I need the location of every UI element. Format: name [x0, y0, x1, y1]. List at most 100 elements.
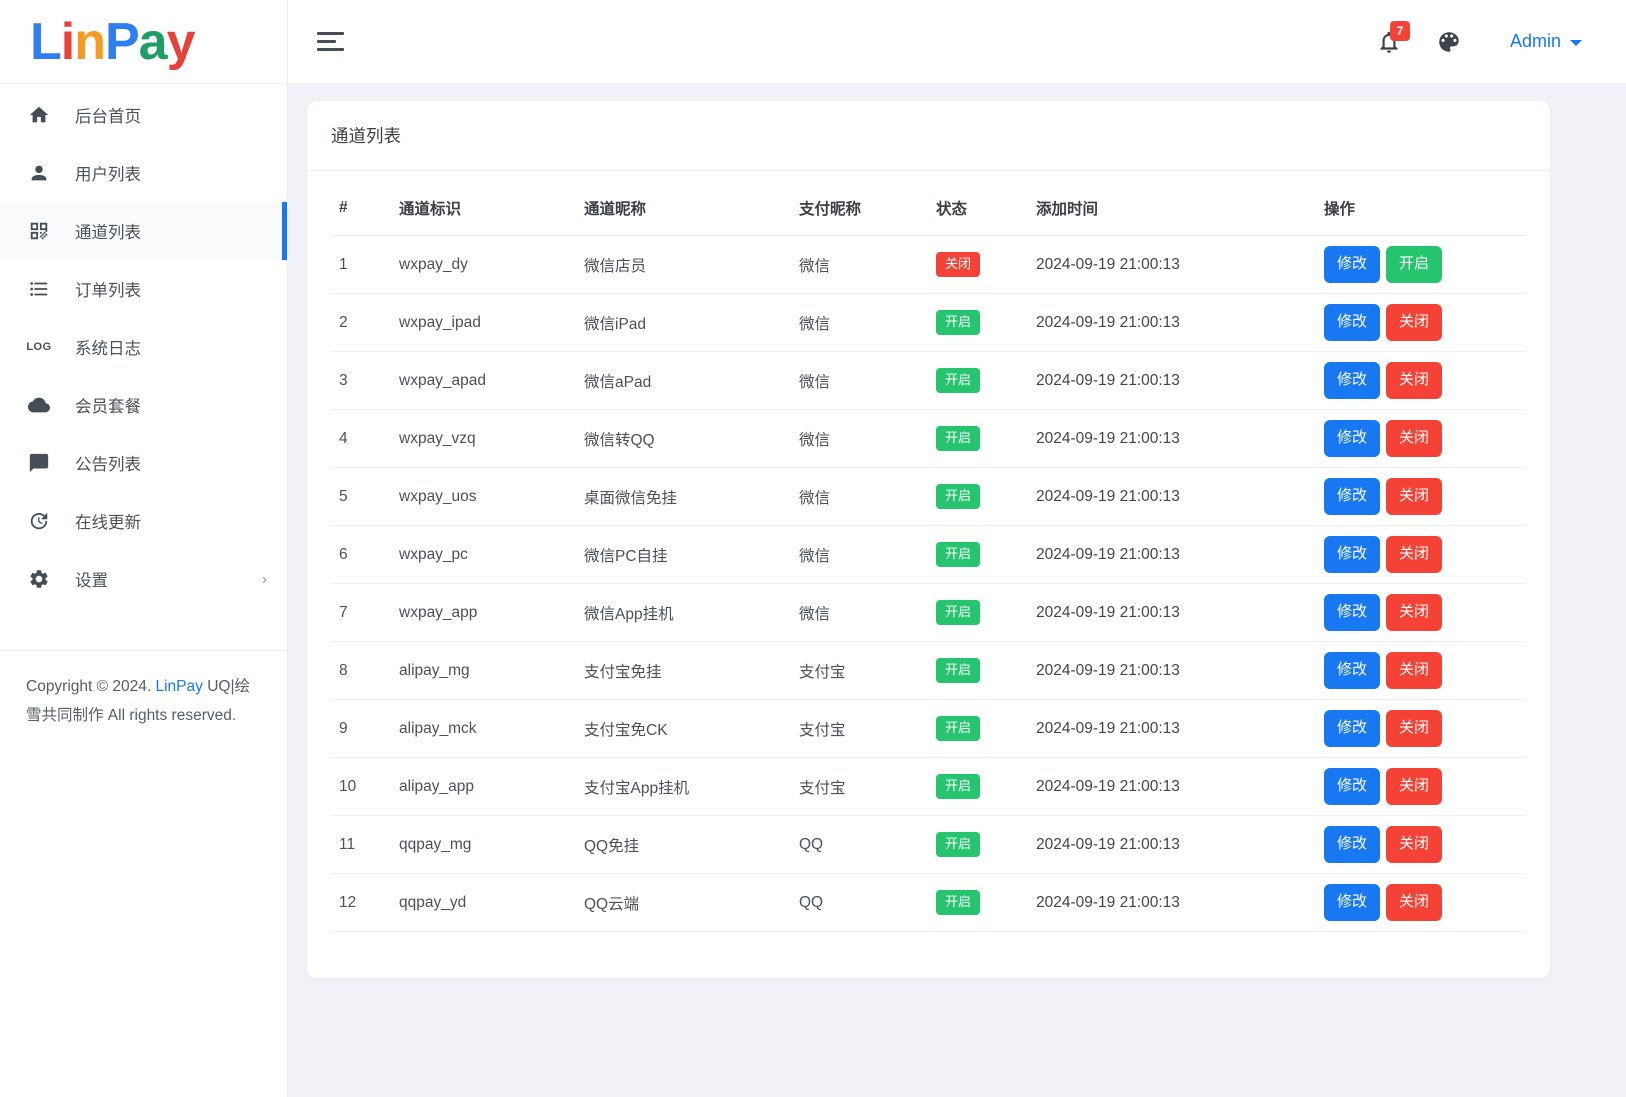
status-cell: 开启 — [928, 642, 1028, 700]
table-row: 8alipay_mg支付宝免挂支付宝开启2024-09-19 21:00:13修… — [331, 642, 1526, 700]
table-row: 4wxpay_vzq微信转QQ微信开启2024-09-19 21:00:13修改… — [331, 410, 1526, 468]
actions-cell: 修改关闭 — [1316, 468, 1526, 526]
close-button[interactable]: 关闭 — [1386, 594, 1442, 630]
notification-badge: 7 — [1390, 21, 1410, 41]
brand-logo[interactable]: LinPay — [0, 0, 287, 84]
pay-nickname: QQ — [791, 874, 928, 932]
sidebar-item[interactable]: 会员套餐 — [0, 376, 287, 434]
close-button[interactable]: 关闭 — [1386, 536, 1442, 572]
channel-nickname: 微信iPad — [576, 294, 791, 352]
row-number: 9 — [331, 700, 391, 758]
edit-button[interactable]: 修改 — [1324, 536, 1380, 572]
close-button[interactable]: 关闭 — [1386, 362, 1442, 398]
status-badge: 关闭 — [936, 252, 980, 276]
sidebar-item[interactable]: LOG系统日志 — [0, 318, 287, 376]
edit-button[interactable]: 修改 — [1324, 884, 1380, 920]
row-number: 5 — [331, 468, 391, 526]
column-header: 支付昵称 — [791, 179, 928, 236]
sidebar-item[interactable]: 在线更新 — [0, 492, 287, 550]
actions-cell: 修改关闭 — [1316, 526, 1526, 584]
close-button[interactable]: 关闭 — [1386, 304, 1442, 340]
channel-nickname: 桌面微信免挂 — [576, 468, 791, 526]
added-time: 2024-09-19 21:00:13 — [1028, 874, 1316, 932]
row-number: 4 — [331, 410, 391, 468]
channel-nickname: 微信App挂机 — [576, 584, 791, 642]
row-number: 6 — [331, 526, 391, 584]
added-time: 2024-09-19 21:00:13 — [1028, 468, 1316, 526]
edit-button[interactable]: 修改 — [1324, 304, 1380, 340]
admin-label: Admin — [1510, 31, 1561, 52]
close-button[interactable]: 关闭 — [1386, 884, 1442, 920]
sidebar-item[interactable]: 后台首页 — [0, 86, 287, 144]
notifications-button[interactable]: 7 — [1376, 29, 1402, 55]
close-button[interactable]: 关闭 — [1386, 710, 1442, 746]
status-badge: 开启 — [936, 890, 980, 914]
brand-letter: a — [139, 12, 167, 72]
added-time: 2024-09-19 21:00:13 — [1028, 410, 1316, 468]
status-badge: 开启 — [936, 484, 980, 508]
theme-button[interactable] — [1436, 29, 1462, 55]
close-button[interactable]: 关闭 — [1386, 826, 1442, 862]
row-number: 7 — [331, 584, 391, 642]
status-badge: 开启 — [936, 310, 980, 334]
status-badge: 开启 — [936, 426, 980, 450]
added-time: 2024-09-19 21:00:13 — [1028, 526, 1316, 584]
added-time: 2024-09-19 21:00:13 — [1028, 816, 1316, 874]
close-button[interactable]: 关闭 — [1386, 478, 1442, 514]
channel-nickname: 微信aPad — [576, 352, 791, 410]
actions-cell: 修改开启 — [1316, 236, 1526, 294]
edit-button[interactable]: 修改 — [1324, 362, 1380, 398]
channel-id: qqpay_mg — [391, 816, 576, 874]
close-button[interactable]: 关闭 — [1386, 420, 1442, 456]
sidebar-item[interactable]: 公告列表 — [0, 434, 287, 492]
sidebar-footer: Copyright © 2024. LinPay UQ|绘雪共同制作 All r… — [0, 650, 287, 731]
edit-button[interactable]: 修改 — [1324, 652, 1380, 688]
brand-letter: P — [105, 12, 139, 72]
channel-id: wxpay_uos — [391, 468, 576, 526]
menu-toggle-icon[interactable] — [311, 26, 350, 57]
close-button[interactable]: 关闭 — [1386, 768, 1442, 804]
channel-nickname: 微信PC自挂 — [576, 526, 791, 584]
message-icon — [27, 451, 51, 475]
sidebar-item[interactable]: 设置› — [0, 550, 287, 608]
channel-id: alipay_mck — [391, 700, 576, 758]
table-header-row: #通道标识通道昵称支付昵称状态添加时间操作 — [331, 179, 1526, 236]
user-icon — [27, 161, 51, 185]
status-badge: 开启 — [936, 600, 980, 624]
admin-menu[interactable]: Admin — [1510, 31, 1582, 52]
status-cell: 开启 — [928, 874, 1028, 932]
channel-id: qqpay_yd — [391, 874, 576, 932]
table-row: 6wxpay_pc微信PC自挂微信开启2024-09-19 21:00:13修改… — [331, 526, 1526, 584]
actions-cell: 修改关闭 — [1316, 294, 1526, 352]
edit-button[interactable]: 修改 — [1324, 594, 1380, 630]
page-content: 通道列表 #通道标识通道昵称支付昵称状态添加时间操作 1wxpay_dy微信店员… — [288, 84, 1626, 1097]
channel-nickname: 支付宝App挂机 — [576, 758, 791, 816]
added-time: 2024-09-19 21:00:13 — [1028, 352, 1316, 410]
open-button[interactable]: 开启 — [1386, 246, 1442, 282]
palette-icon — [1436, 29, 1462, 55]
edit-button[interactable]: 修改 — [1324, 420, 1380, 456]
added-time: 2024-09-19 21:00:13 — [1028, 758, 1316, 816]
table-row: 5wxpay_uos桌面微信免挂微信开启2024-09-19 21:00:13修… — [331, 468, 1526, 526]
edit-button[interactable]: 修改 — [1324, 768, 1380, 804]
edit-button[interactable]: 修改 — [1324, 478, 1380, 514]
edit-button[interactable]: 修改 — [1324, 826, 1380, 862]
row-number: 10 — [331, 758, 391, 816]
edit-button[interactable]: 修改 — [1324, 246, 1380, 282]
sidebar-item[interactable]: 用户列表 — [0, 144, 287, 202]
sidebar-item[interactable]: 订单列表 — [0, 260, 287, 318]
actions-cell: 修改关闭 — [1316, 352, 1526, 410]
close-button[interactable]: 关闭 — [1386, 652, 1442, 688]
brand-letter: i — [61, 12, 74, 72]
card-title: 通道列表 — [331, 123, 1526, 148]
sidebar-item[interactable]: 通道列表 — [0, 202, 287, 260]
added-time: 2024-09-19 21:00:13 — [1028, 294, 1316, 352]
status-cell: 开启 — [928, 700, 1028, 758]
card-header: 通道列表 — [307, 101, 1550, 171]
pay-nickname: 支付宝 — [791, 758, 928, 816]
chevron-right-icon: › — [262, 571, 267, 588]
footer-brand-link[interactable]: LinPay — [155, 678, 202, 695]
edit-button[interactable]: 修改 — [1324, 710, 1380, 746]
channel-table: #通道标识通道昵称支付昵称状态添加时间操作 1wxpay_dy微信店员微信关闭2… — [331, 179, 1526, 932]
channel-id: wxpay_vzq — [391, 410, 576, 468]
